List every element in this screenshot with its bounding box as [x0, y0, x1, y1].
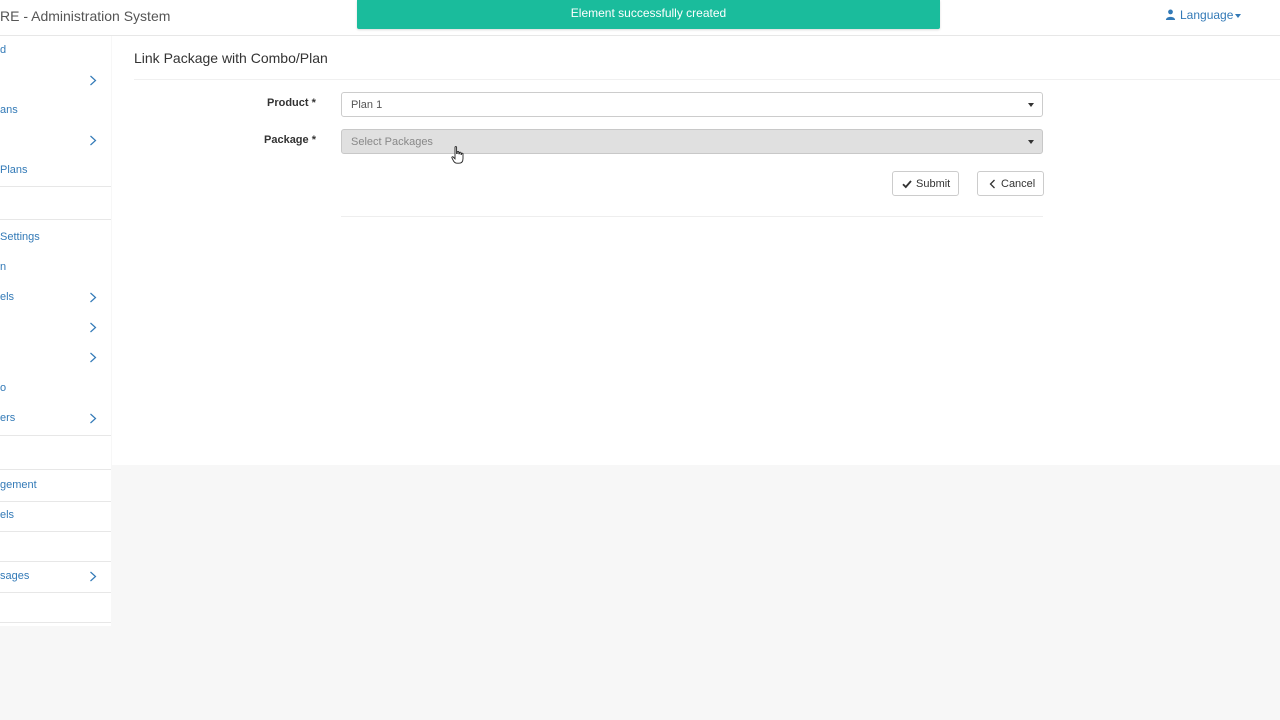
sidebar-divider	[0, 219, 111, 220]
product-label: Product *	[267, 97, 316, 109]
sidebar-item-10[interactable]	[0, 313, 111, 343]
package-select[interactable]: Select Packages	[341, 129, 1043, 154]
chevron-right-icon	[90, 292, 97, 303]
sidebar-divider	[0, 531, 111, 532]
submit-button[interactable]: Submit	[892, 171, 959, 196]
sidebar-item-label: sages	[0, 570, 30, 582]
sidebar-divider	[0, 622, 111, 623]
sidebar-item-9[interactable]: els	[0, 283, 111, 313]
cancel-button[interactable]: Cancel	[977, 171, 1044, 196]
chevron-right-icon	[90, 75, 97, 86]
package-select-placeholder: Select Packages	[351, 136, 433, 148]
product-select-value: Plan 1	[351, 99, 383, 111]
check-icon	[902, 180, 912, 189]
app-title: RE - Administration System	[0, 8, 171, 24]
sidebar-item-label: els	[0, 291, 15, 303]
submit-label: Submit	[916, 178, 951, 190]
sidebar-item-label: Plans	[0, 164, 28, 176]
sidebar-divider	[0, 186, 111, 187]
sidebar-item-12[interactable]: o	[0, 374, 111, 404]
sidebar-item-15[interactable]: gement	[0, 471, 111, 501]
language-dropdown[interactable]: Language	[1165, 8, 1242, 22]
sidebar-item-13[interactable]: ers	[0, 404, 111, 434]
sidebar-item-label: ers	[0, 412, 16, 424]
product-select[interactable]: Plan 1	[341, 92, 1043, 117]
language-label: Language	[1180, 8, 1234, 22]
sidebar-item-6[interactable]	[0, 188, 111, 218]
user-icon	[1165, 9, 1176, 20]
sidebar-divider	[0, 469, 111, 470]
chevron-right-icon	[90, 322, 97, 333]
sidebar-item-11[interactable]	[0, 343, 111, 373]
caret-down-icon	[1028, 103, 1034, 107]
sidebar-item-5[interactable]: Plans	[0, 156, 111, 186]
sidebar-item-label: ans	[0, 104, 18, 116]
chevron-left-icon	[989, 179, 995, 189]
cancel-label: Cancel	[1001, 178, 1036, 190]
sidebar: d ans Plans Settings n els o ers gement …	[0, 36, 111, 626]
success-toast: Element successfully created	[357, 0, 940, 29]
page-title: Link Package with Combo/Plan	[134, 50, 328, 66]
sidebar-item-4[interactable]	[0, 126, 111, 156]
sidebar-item-label: els	[0, 509, 15, 521]
sidebar-item-17[interactable]	[0, 533, 111, 563]
form-divider	[341, 216, 1043, 217]
sidebar-item-label: n	[0, 261, 7, 273]
chevron-right-icon	[90, 413, 97, 424]
chevron-right-icon	[90, 135, 97, 146]
sidebar-item-1[interactable]: d	[0, 36, 111, 66]
sidebar-item-19[interactable]	[0, 593, 111, 623]
caret-down-icon	[1235, 13, 1242, 18]
sidebar-divider	[0, 435, 111, 436]
sidebar-item-7[interactable]: Settings	[0, 223, 111, 253]
sidebar-item-label: Settings	[0, 231, 40, 243]
hand-cursor-icon	[451, 146, 464, 164]
sidebar-item-label: gement	[0, 479, 37, 491]
title-divider	[134, 79, 1280, 80]
main-panel: Link Package with Combo/Plan Product * P…	[112, 36, 1280, 465]
sidebar-item-8[interactable]: n	[0, 253, 111, 283]
sidebar-item-2[interactable]	[0, 66, 111, 96]
sidebar-item-3[interactable]: ans	[0, 96, 111, 126]
sidebar-item-14[interactable]	[0, 437, 111, 467]
package-label: Package *	[264, 134, 316, 146]
sidebar-item-label: o	[0, 382, 7, 394]
caret-down-icon	[1028, 140, 1034, 144]
chevron-right-icon	[90, 352, 97, 363]
sidebar-item-label: d	[0, 44, 7, 56]
sidebar-item-18[interactable]: sages	[0, 562, 111, 592]
sidebar-item-16[interactable]: els	[0, 501, 111, 531]
chevron-right-icon	[90, 571, 97, 582]
